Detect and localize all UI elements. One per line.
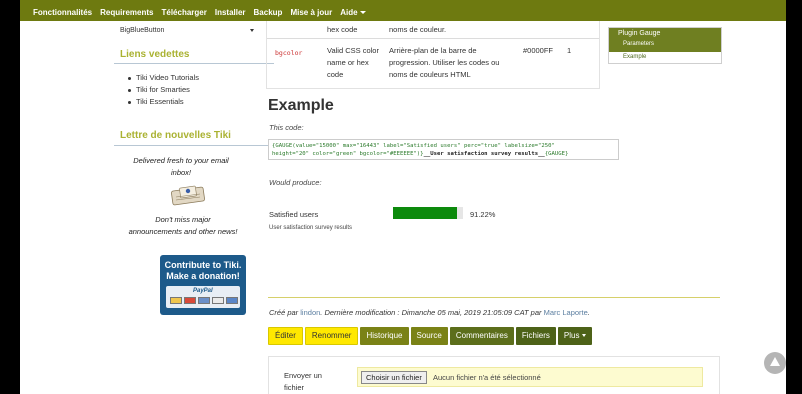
example-heading: Example [268, 97, 334, 114]
content-divider [268, 297, 720, 298]
params-table: hex code noms de couleur. bgcolor Valid … [266, 21, 600, 89]
toc-item-example[interactable]: Example [623, 54, 646, 60]
files-button[interactable]: Fichiers [515, 327, 556, 345]
donate-line2: Make a donation! [166, 271, 240, 281]
more-button[interactable]: Plus [557, 327, 593, 345]
card-icon [226, 297, 238, 304]
meta-modified-prefix: . Dernière modification : Dimanche 05 ma… [320, 308, 544, 317]
donate-line1: Contribute to Tiki. [164, 260, 242, 270]
code-line-2-end: {GAUGE} [544, 151, 569, 157]
gauge-caption: User satisfaction survey results [269, 225, 353, 231]
page-actions: Éditer Renommer Historique Source Commen… [268, 327, 593, 345]
newsletter-more-text: Don't miss major announcements and other… [128, 215, 238, 236]
this-code-label: This code: [269, 123, 304, 132]
featured-link-smarties[interactable]: Tiki for Smarties [126, 84, 199, 96]
newsletter-divider [114, 145, 274, 146]
card-icon [170, 297, 182, 304]
featured-links-list: Tiki Video Tutorials Tiki for Smarties T… [126, 72, 199, 108]
choose-file-button[interactable]: Choisir un fichier [361, 371, 427, 384]
rename-button[interactable]: Renommer [304, 327, 359, 345]
chevron-down-icon [359, 11, 366, 15]
toc-title[interactable]: Plugin Gauge [618, 30, 660, 37]
toc-item-parameters[interactable]: Parameters [623, 41, 654, 47]
nav-telecharger[interactable]: Télécharger [157, 5, 210, 21]
code-line-2-bold: __User satisfaction survey results__ [423, 151, 545, 157]
nav-mise-a-jour[interactable]: Mise à jour [286, 5, 336, 21]
edit-button[interactable]: Éditer [268, 327, 303, 345]
page: Fonctionnalités Requirements Télécharger… [20, 0, 786, 394]
nav-installer[interactable]: Installer [211, 5, 250, 21]
code-block: {GAUGE(value="15000" max="16443" label="… [268, 139, 619, 160]
module-dropdown-value: BigBlueButton [120, 27, 165, 34]
nav-backup[interactable]: Backup [250, 5, 287, 21]
source-button[interactable]: Source [410, 327, 448, 345]
module-dropdown[interactable]: BigBlueButton [120, 24, 254, 38]
chevron-down-icon [250, 29, 254, 32]
param-description: Arrière-plan de la barre de progression.… [389, 46, 500, 79]
gauge-percent: 91.22% [470, 210, 496, 219]
creator-link[interactable]: lindon [300, 308, 320, 317]
upload-field[interactable]: Choisir un fichier Aucun fichier n'a été… [357, 367, 703, 387]
newspaper-icon[interactable] [170, 183, 206, 207]
featured-link-video-tutorials[interactable]: Tiki Video Tutorials [126, 72, 199, 84]
history-button[interactable]: Historique [360, 327, 409, 345]
chevron-down-icon [582, 334, 587, 338]
featured-links-heading: Liens vedettes [120, 49, 190, 60]
top-nav: Fonctionnalités Requirements Télécharger… [20, 5, 786, 21]
paypal-wordmark: PayPal [193, 288, 213, 294]
scroll-to-top-icon[interactable] [764, 352, 786, 374]
code-line-2: height="20" color="green" bgcolor="#EEEE… [272, 150, 615, 158]
nav-fonctionnalites[interactable]: Fonctionnalités [29, 5, 96, 21]
card-icon [184, 297, 196, 304]
code-line-2-start: height="20" color="green" bgcolor="#EEEE… [272, 151, 424, 157]
gauge-fill [393, 207, 457, 219]
param-since: 1 [567, 46, 572, 55]
more-button-label: Plus [563, 331, 580, 340]
toc-box: Plugin Gauge Parameters Example [608, 27, 722, 64]
paypal-badge: PayPal [166, 286, 240, 308]
no-file-status: Aucun fichier n'a été sélectionné [433, 373, 541, 382]
upload-label: Envoyer un fichier [284, 371, 322, 392]
code-line-1: {GAUGE(value="15000" max="16443" label="… [272, 143, 555, 149]
meta-suffix: . [587, 308, 590, 317]
meta-created-prefix: Créé par [269, 308, 301, 317]
featured-divider [114, 63, 274, 64]
param-default: #0000FF [523, 46, 554, 55]
card-icon [212, 297, 224, 304]
newsletter-text: Delivered fresh to your email inbox! [133, 156, 229, 177]
param-type: Valid CSS color name or hex code [327, 46, 379, 79]
donate-button[interactable]: Contribute to Tiki. Make a donation! Pay… [160, 255, 246, 315]
table-row-divider [267, 38, 599, 39]
right-window-edge [786, 0, 802, 394]
left-window-edge [0, 0, 20, 394]
newsletter-heading: Lettre de nouvelles Tiki [120, 130, 231, 141]
param-name: bgcolor [275, 49, 303, 57]
comments-button[interactable]: Commentaires [449, 327, 514, 345]
gauge-label: Satisfied users [269, 210, 319, 219]
nav-requirements[interactable]: Requirements [96, 5, 157, 21]
modifier-link[interactable]: Marc Laporte [544, 308, 588, 317]
gauge-track [393, 207, 463, 219]
nav-aide[interactable]: Aide [336, 5, 369, 21]
featured-link-essentials[interactable]: Tiki Essentials [126, 96, 199, 108]
page-meta: Créé par lindon. Dernière modification :… [269, 308, 590, 317]
card-icon [198, 297, 210, 304]
prev-row-description: noms de couleur. [389, 25, 447, 34]
nav-aide-label: Aide [340, 8, 358, 17]
prev-row-type: hex code [327, 25, 358, 34]
would-produce-label: Would produce: [269, 178, 322, 187]
